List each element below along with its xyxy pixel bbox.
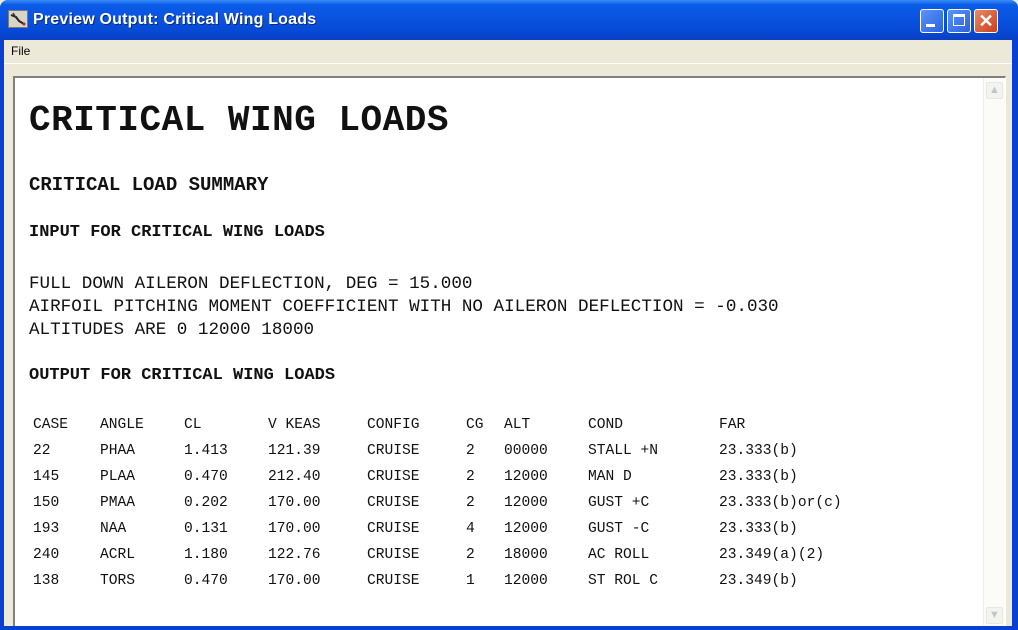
maximize-icon xyxy=(953,14,965,26)
cell-v-keas: 121.39 xyxy=(268,443,321,459)
cell-cond: AC ROLL xyxy=(588,547,650,563)
cell-far: 23.333(b) xyxy=(719,443,798,459)
app-icon[interactable] xyxy=(8,10,28,28)
cell-case: 193 xyxy=(33,521,60,537)
cell-cl: 0.202 xyxy=(184,495,228,511)
cell-config: CRUISE xyxy=(367,469,420,485)
cell-cl: 0.131 xyxy=(184,521,228,537)
close-icon: ✕ xyxy=(978,11,994,31)
chevron-up-icon: ▲ xyxy=(989,84,1000,96)
scroll-down-button[interactable]: ▼ xyxy=(986,607,1003,624)
document-frame: CRITICAL WING LOADS CRITICAL LOAD SUMMAR… xyxy=(13,76,1006,626)
menu-bar: File xyxy=(4,40,1012,62)
cell-config: CRUISE xyxy=(367,521,420,537)
cell-case: 138 xyxy=(33,573,60,589)
cell-config: CRUISE xyxy=(367,547,420,563)
cell-cond: GUST +C xyxy=(588,495,650,511)
title-bar[interactable]: Preview Output: Critical Wing Loads ✕ xyxy=(0,0,1018,40)
vertical-scrollbar[interactable]: ▲ ▼ xyxy=(983,78,1005,626)
scroll-up-button[interactable]: ▲ xyxy=(986,82,1003,99)
cell-angle: PHAA xyxy=(100,443,136,459)
cell-cl: 0.470 xyxy=(184,573,228,589)
document-title: CRITICAL WING LOADS xyxy=(29,100,449,141)
cell-cg: 4 xyxy=(466,521,475,537)
cell-alt: 00000 xyxy=(504,443,548,459)
cell-far: 23.333(b) xyxy=(719,521,798,537)
cell-case: 22 xyxy=(33,443,51,459)
menu-file[interactable]: File xyxy=(11,44,30,58)
cell-v-keas: 122.76 xyxy=(268,547,321,563)
input-heading: INPUT FOR CRITICAL WING LOADS xyxy=(29,223,325,242)
cell-case: 240 xyxy=(33,547,60,563)
cell-far: 23.349(a)(2) xyxy=(719,547,825,563)
cell-cg: 2 xyxy=(466,443,475,459)
close-button[interactable]: ✕ xyxy=(974,9,998,33)
cell-cg: 1 xyxy=(466,573,475,589)
cell-cond: ST ROL C xyxy=(588,573,659,589)
table-header-row: CASE ANGLE CL V KEAS CONFIG CG ALT COND … xyxy=(33,417,745,443)
cell-cl: 0.470 xyxy=(184,469,228,485)
cell-cl: 1.413 xyxy=(184,443,228,459)
cell-cond: MAN D xyxy=(588,469,632,485)
minimize-icon xyxy=(926,24,935,27)
cell-angle: ACRL xyxy=(100,547,136,563)
menu-separator xyxy=(4,63,1012,64)
cell-cg: 2 xyxy=(466,495,475,511)
cell-v-keas: 170.00 xyxy=(268,521,321,537)
cell-v-keas: 170.00 xyxy=(268,573,321,589)
cell-case: 145 xyxy=(33,469,60,485)
column-header-cg: CG xyxy=(466,417,484,433)
preview-output-window: Preview Output: Critical Wing Loads ✕ Fi… xyxy=(0,0,1018,630)
cell-cond: GUST -C xyxy=(588,521,650,537)
input-line-altitudes: ALTITUDES ARE 0 12000 18000 xyxy=(29,320,315,340)
cell-angle: PLAA xyxy=(100,469,136,485)
cell-cg: 2 xyxy=(466,469,475,485)
cell-case: 150 xyxy=(33,495,60,511)
cell-v-keas: 212.40 xyxy=(268,469,321,485)
cell-angle: PMAA xyxy=(100,495,136,511)
cell-alt: 12000 xyxy=(504,573,548,589)
column-header-v-keas: V KEAS xyxy=(268,417,321,433)
cell-alt: 18000 xyxy=(504,547,548,563)
cell-far: 23.333(b) xyxy=(719,469,798,485)
cell-angle: NAA xyxy=(100,521,127,537)
column-header-angle: ANGLE xyxy=(100,417,144,433)
window-client-area: File CRITICAL WING LOADS CRITICAL LOAD S… xyxy=(4,40,1012,626)
minimize-button[interactable] xyxy=(920,9,944,33)
cell-config: CRUISE xyxy=(367,443,420,459)
window-bottom-border xyxy=(0,626,1018,630)
cell-far: 23.349(b) xyxy=(719,573,798,589)
column-header-alt: ALT xyxy=(504,417,531,433)
window-title: Preview Output: Critical Wing Loads xyxy=(33,11,317,28)
cell-far: 23.333(b)or(c) xyxy=(719,495,842,511)
column-header-case: CASE xyxy=(33,417,69,433)
column-header-config: CONFIG xyxy=(367,417,420,433)
cell-v-keas: 170.00 xyxy=(268,495,321,511)
chevron-down-icon: ▼ xyxy=(989,609,1000,621)
input-line-aileron-deflection: FULL DOWN AILERON DEFLECTION, DEG = 15.0… xyxy=(29,274,473,294)
column-header-cl: CL xyxy=(184,417,202,433)
column-header-far: FAR xyxy=(719,417,746,433)
cell-alt: 12000 xyxy=(504,469,548,485)
cell-alt: 12000 xyxy=(504,521,548,537)
summary-heading: CRITICAL LOAD SUMMARY xyxy=(29,174,269,196)
cell-cg: 2 xyxy=(466,547,475,563)
column-header-cond: COND xyxy=(588,417,624,433)
document-view: CRITICAL WING LOADS CRITICAL LOAD SUMMAR… xyxy=(15,78,983,626)
cell-config: CRUISE xyxy=(367,573,420,589)
input-line-pitching-moment: AIRFOIL PITCHING MOMENT COEFFICIENT WITH… xyxy=(29,297,779,317)
cell-cl: 1.180 xyxy=(184,547,228,563)
cell-config: CRUISE xyxy=(367,495,420,511)
output-heading: OUTPUT FOR CRITICAL WING LOADS xyxy=(29,366,336,385)
cell-angle: TORS xyxy=(100,573,136,589)
cell-alt: 12000 xyxy=(504,495,548,511)
maximize-button[interactable] xyxy=(947,9,971,33)
cell-cond: STALL +N xyxy=(588,443,659,459)
